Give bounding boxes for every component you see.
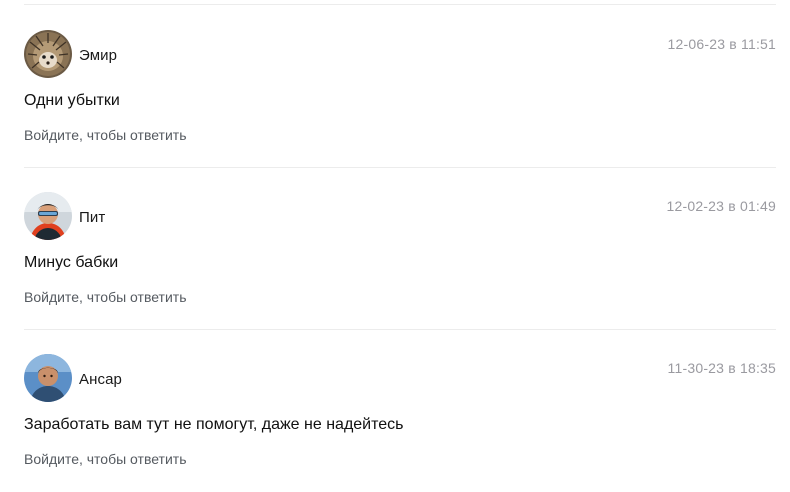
avatar[interactable] xyxy=(24,30,72,78)
comment-text: Заработать вам тут не помогут, даже не н… xyxy=(24,416,404,433)
login-to-reply-link[interactable]: Войдите, чтобы ответить xyxy=(24,289,187,305)
comment-date: 12-02-23 в 01:49 xyxy=(666,198,776,214)
comment-author: Пит xyxy=(79,209,106,226)
avatar-image-hedgehog xyxy=(24,30,72,78)
comment-item: Ансар 11-30-23 в 18:35 Заработать вам ту… xyxy=(24,330,776,492)
comment-text: Минус бабки xyxy=(24,254,119,271)
comment-author: Ансар xyxy=(79,371,122,388)
comment-date: 11-30-23 в 18:35 xyxy=(667,360,776,376)
login-to-reply-link[interactable]: Войдите, чтобы ответить xyxy=(24,451,187,467)
top-divider xyxy=(24,4,776,5)
comment-item: Пит 12-02-23 в 01:49 Минус бабки Войдите… xyxy=(24,168,776,330)
avatar-image-person-winter xyxy=(24,192,72,240)
comment-text: Одни убытки xyxy=(24,92,120,109)
comment-author: Эмир xyxy=(79,47,118,64)
comment-date: 12-06-23 в 11:51 xyxy=(667,36,776,52)
avatar[interactable] xyxy=(24,192,72,240)
avatar-image-person xyxy=(24,354,72,402)
avatar[interactable] xyxy=(24,354,72,402)
comment-item: Эмир 12-06-23 в 11:51 Одни убытки Войдит… xyxy=(24,6,776,168)
login-to-reply-link[interactable]: Войдите, чтобы ответить xyxy=(24,127,187,143)
